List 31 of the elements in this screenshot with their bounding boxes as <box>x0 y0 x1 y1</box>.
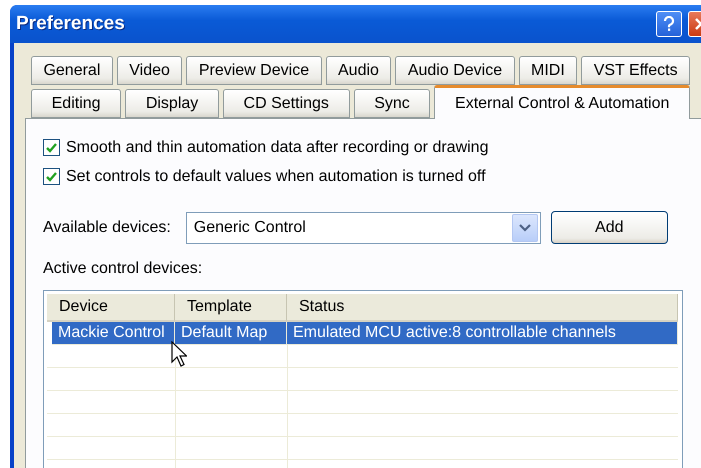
field-label: Available devices: <box>43 218 171 236</box>
tab[interactable]: MIDI <box>518 56 578 85</box>
checkbox[interactable] <box>43 168 60 185</box>
question-mark-icon <box>663 16 675 32</box>
tab[interactable]: Audio <box>326 56 392 85</box>
table-cell[interactable]: Default Map <box>175 322 287 345</box>
column-header[interactable]: Status <box>287 294 678 322</box>
tab[interactable]: External Control & Automation <box>434 85 690 119</box>
checkbox-label: Smooth and thin automation data after recording or drawing <box>66 138 488 156</box>
pointer-icon <box>171 341 187 367</box>
tab[interactable]: General <box>31 56 113 85</box>
tab[interactable]: Preview Device <box>186 56 322 85</box>
table-cell[interactable]: Mackie Control <box>52 322 175 345</box>
table-cell[interactable]: Emulated MCU active:8 controllable channels <box>287 322 678 345</box>
tab[interactable]: Editing <box>31 89 122 118</box>
tab[interactable]: Sync <box>354 89 430 118</box>
tab[interactable]: CD Settings <box>222 89 350 118</box>
checkbox[interactable] <box>43 139 60 156</box>
list-label: Active control devices: <box>43 260 204 278</box>
tab[interactable]: Audio Device <box>395 56 515 85</box>
tab[interactable]: Video <box>116 56 182 85</box>
tab[interactable]: Display <box>125 89 219 118</box>
checkbox-label: Set controls to default values when automation is turned off <box>66 168 486 186</box>
add-button[interactable]: Add <box>550 211 668 244</box>
help-button[interactable] <box>656 11 682 37</box>
device-dropdown[interactable]: Generic Control <box>186 212 541 244</box>
column-header[interactable]: Device <box>47 294 175 322</box>
chevron-down-icon[interactable] <box>512 214 538 242</box>
window-title: Preferences <box>16 13 126 35</box>
tab[interactable]: VST Effects <box>581 56 690 85</box>
column-header[interactable]: Template <box>175 294 287 322</box>
